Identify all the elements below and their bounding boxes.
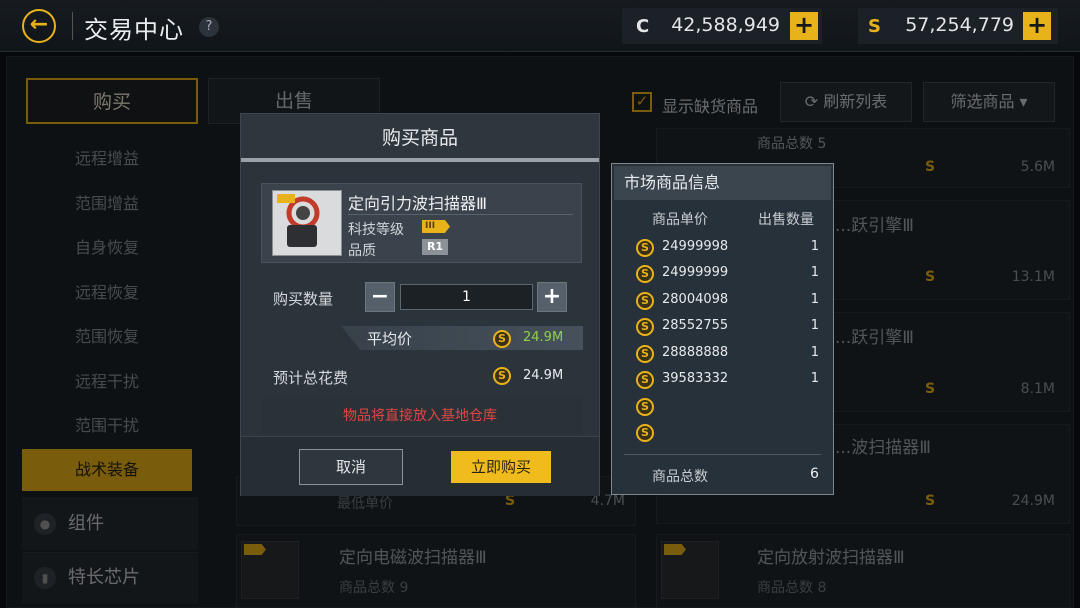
market-row-empty: S [612,394,833,420]
average-price-label: 平均价 [367,330,413,348]
divider [72,12,73,40]
market-info-panel: 市场商品信息 商品单价 出售数量 S 24999998 1 S 24999999… [611,163,834,495]
help-icon[interactable]: ? [199,17,219,37]
market-row: S 28552755 1 [612,314,833,340]
market-row: S 39583332 1 [612,367,833,393]
market-quantity: 1 [810,292,819,307]
quality-badge: R1 [422,239,448,255]
s-coin-icon: S [493,330,511,348]
market-total-value: 6 [810,466,819,482]
s-coin-icon: S [636,239,654,257]
s-currency-icon: S [868,16,881,37]
s-coin-icon: S [636,318,654,336]
market-row: S 24999998 1 [612,235,833,261]
s-coin-icon: S [636,424,654,442]
c-currency-icon: C [636,16,650,37]
buy-item-dialog: 购买商品 定向引力波扫描器Ⅲ 科技等级 III 品质 R1 购买数量 − 1 +… [240,113,600,496]
market-total-label: 商品总数 [652,469,708,485]
quantity-input[interactable]: 1 [400,284,533,310]
market-unit-price: 24999998 [662,239,729,254]
estimated-total-value: 24.9M [523,368,564,383]
s-coin-icon: S [636,292,654,310]
c-currency-value: 42,588,949 [671,14,780,36]
warehouse-warning: 物品将直接放入基地仓库 [343,408,497,424]
s-coin-icon: S [636,371,654,389]
back-arrow-icon[interactable]: ← [22,9,56,43]
add-c-currency-button[interactable]: + [790,12,818,40]
s-coin-icon: S [636,398,654,416]
estimated-total-label: 预计总花费 [273,369,349,387]
market-unit-price: 28552755 [662,318,729,333]
decrease-quantity-button[interactable]: − [365,282,395,312]
s-coin-icon: S [636,345,654,363]
market-quantity: 1 [810,239,819,254]
sell-quantity-header: 出售数量 [758,212,814,228]
market-info-title: 市场商品信息 [614,166,831,200]
s-coin-icon: S [493,367,511,385]
buy-now-button[interactable]: 立即购买 [451,451,551,483]
unit-price-header: 商品单价 [652,212,708,228]
s-coin-icon: S [636,265,654,283]
item-info-box: 定向引力波扫描器Ⅲ 科技等级 III 品质 R1 [261,183,582,263]
increase-quantity-button[interactable]: + [537,282,567,312]
divider [624,454,821,455]
page-title: 交易中心 [84,16,184,44]
market-unit-price: 39583332 [662,371,729,386]
market-row-empty: S [612,420,833,446]
market-row: S 24999999 1 [612,261,833,287]
market-quantity: 1 [810,345,819,360]
cancel-button[interactable]: 取消 [299,449,403,485]
quantity-label: 购买数量 [273,290,334,308]
tech-level-label: 科技等级 [348,222,404,238]
s-currency-value: 57,254,779 [905,14,1014,36]
dialog-title: 购买商品 [241,114,599,162]
quality-label: 品质 [348,243,376,259]
market-row: S 28888888 1 [612,341,833,367]
average-price-value: 24.9M [523,330,564,345]
market-quantity: 1 [810,371,819,386]
market-quantity: 1 [810,318,819,333]
tech-level-badge: III [422,220,450,233]
market-quantity: 1 [810,265,819,280]
market-unit-price: 28004098 [662,292,729,307]
market-unit-price: 28888888 [662,345,729,360]
add-s-currency-button[interactable]: + [1023,12,1051,40]
divider [348,214,573,215]
market-row: S 28004098 1 [612,288,833,314]
market-unit-price: 24999999 [662,265,729,280]
item-name: 定向引力波扫描器Ⅲ [348,194,488,213]
scanner-item-image [272,190,342,256]
